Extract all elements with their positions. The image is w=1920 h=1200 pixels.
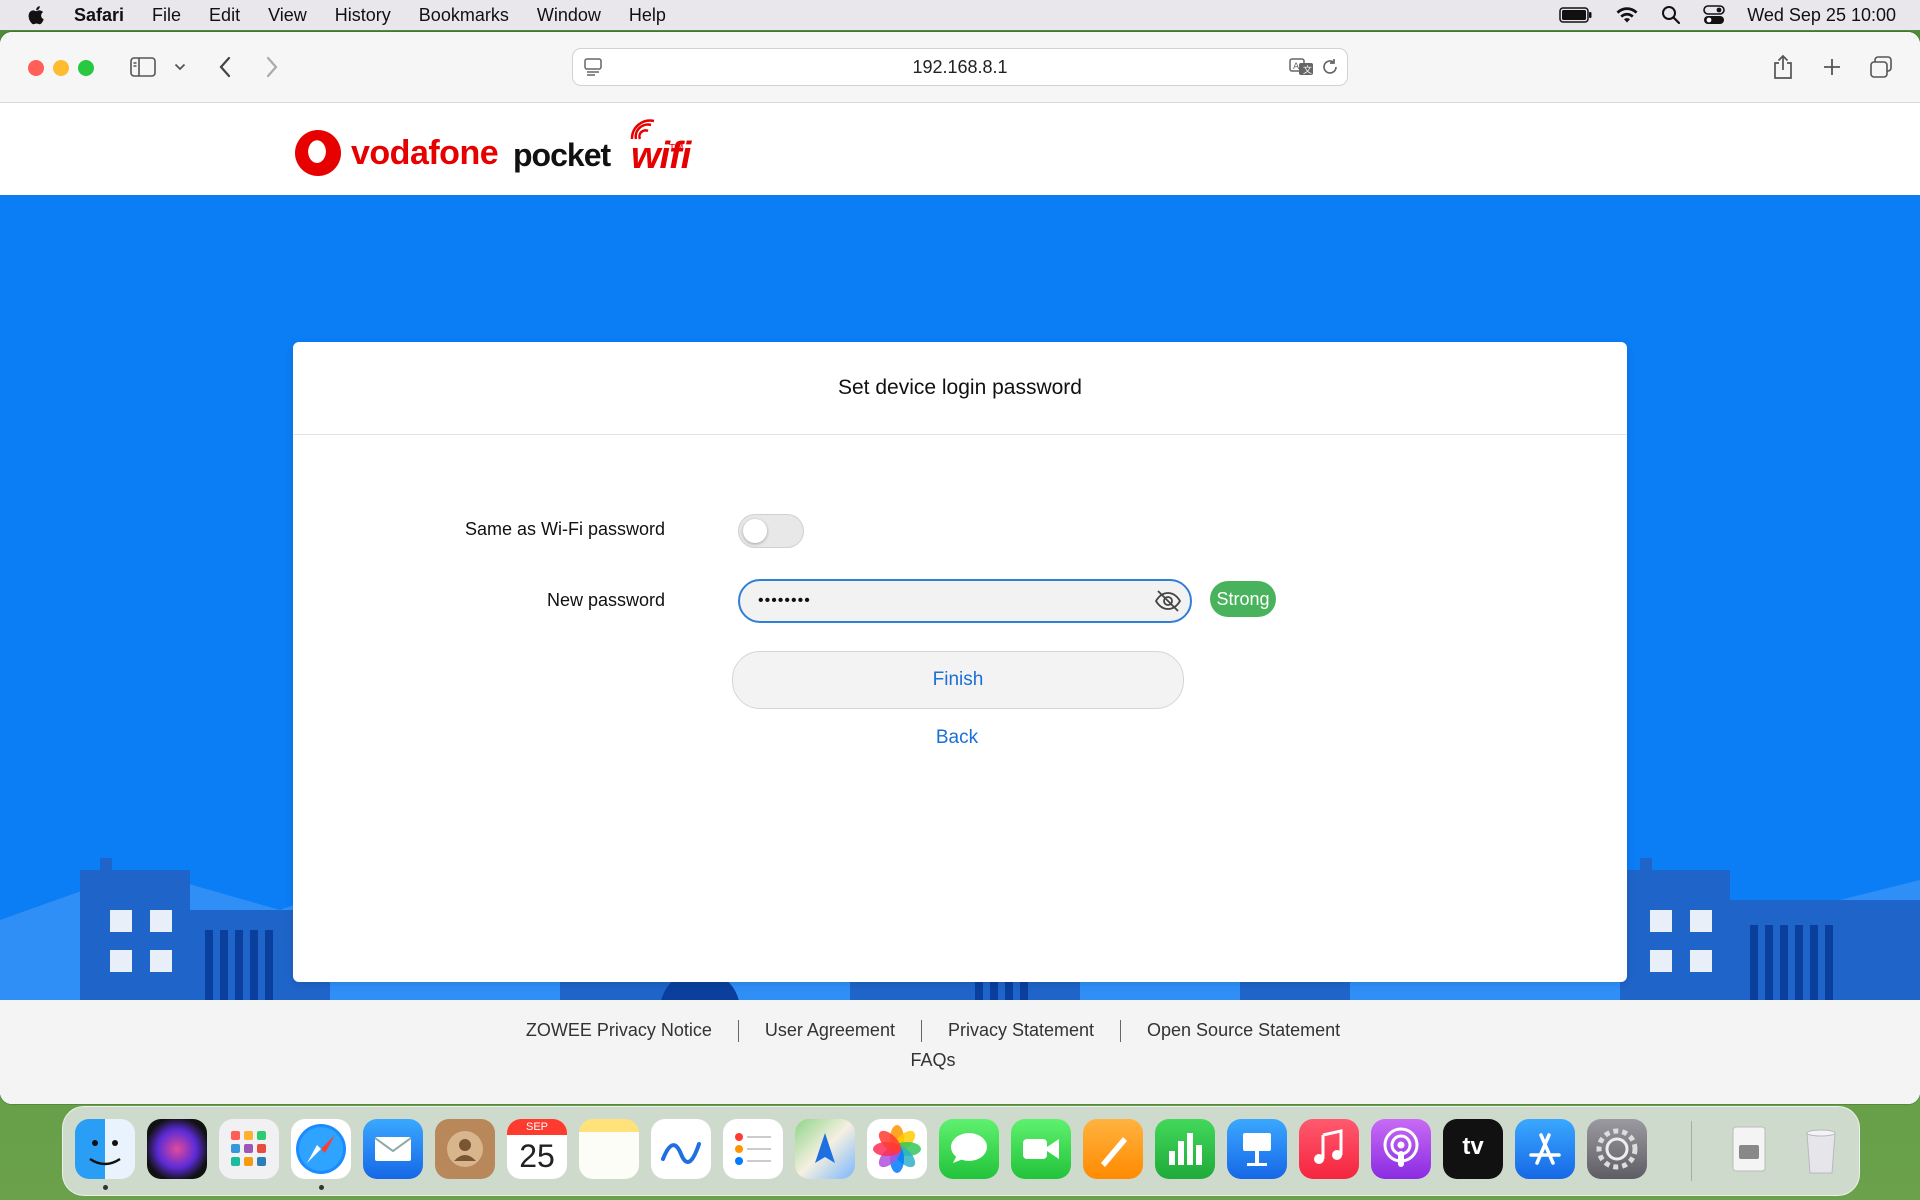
web-content: vodafone pocket wifi TM Set device login… [0,103,1920,1104]
control-center-icon[interactable] [1703,5,1726,25]
apple-tv-icon[interactable]: tv [1443,1119,1503,1179]
close-window-button[interactable] [28,60,44,76]
dock-divider [1691,1121,1692,1181]
browser-toolbar: 192.168.8.1 A文 [0,32,1920,103]
translate-icon[interactable]: A文 [1289,57,1315,77]
siri-icon[interactable] [147,1119,207,1179]
footer-separator [737,1020,739,1043]
apple-tv-label: tv [1462,1133,1484,1160]
password-strength-badge: Strong [1210,581,1276,617]
safari-running-indicator [319,1185,324,1190]
downloads-stack-icon[interactable] [1719,1119,1779,1179]
notes-icon[interactable] [579,1119,639,1179]
finder-running-indicator [103,1185,108,1190]
menu-edit[interactable]: Edit [209,5,240,26]
contacts-icon[interactable] [435,1119,495,1179]
reminders-icon[interactable] [723,1119,783,1179]
wifi-icon[interactable] [1615,6,1639,24]
menu-app-name[interactable]: Safari [74,5,124,26]
menu-bar: Safari File Edit View History Bookmarks … [0,0,1920,30]
sidebar-toggle-icon[interactable] [128,52,158,82]
vodafone-speechmark-icon [295,130,341,176]
vodafone-logo: vodafone [295,130,499,176]
safari-icon[interactable] [291,1119,351,1179]
zoom-window-button[interactable] [78,60,94,76]
svg-text:文: 文 [1303,64,1312,76]
same-as-wifi-toggle[interactable] [738,514,804,548]
signal-waves-icon [630,119,655,140]
share-icon[interactable] [1768,52,1798,82]
menu-window[interactable]: Window [537,5,601,26]
url-text[interactable]: 192.168.8.1 [573,49,1347,85]
menu-bookmarks[interactable]: Bookmarks [419,5,509,26]
maps-icon[interactable] [795,1119,855,1179]
photos-icon[interactable] [867,1119,927,1179]
freeform-icon[interactable] [651,1119,711,1179]
podcasts-icon[interactable] [1371,1119,1431,1179]
address-bar[interactable]: 192.168.8.1 A文 [572,48,1348,86]
minimize-window-button[interactable] [53,60,69,76]
mail-icon[interactable] [363,1119,423,1179]
messages-icon[interactable] [939,1119,999,1179]
footer-link-faqs[interactable]: FAQs [0,1050,1866,1071]
hide-password-eye-icon[interactable] [1154,588,1182,614]
menu-help[interactable]: Help [629,5,666,26]
back-arrow-icon[interactable] [210,52,240,82]
pages-icon[interactable] [1083,1119,1143,1179]
dock: SEP 25 tv [62,1106,1860,1196]
launchpad-icon[interactable] [219,1119,279,1179]
music-icon[interactable] [1299,1119,1359,1179]
pocketwifi-word-pocket: pocket [513,137,611,173]
finish-button[interactable]: Finish [732,651,1184,709]
battery-icon[interactable] [1559,7,1593,23]
footer-separator [1120,1020,1122,1043]
menu-history[interactable]: History [335,5,391,26]
tab-overview-icon[interactable] [1866,52,1896,82]
trash-icon[interactable] [1791,1119,1851,1179]
card-title: Set device login password [293,342,1627,435]
spotlight-search-icon[interactable] [1661,5,1681,25]
footer-link-privacy-notice[interactable]: ZOWEE Privacy Notice [526,1020,712,1040]
new-password-value: •••••••• [758,592,811,609]
calendar-day: 25 [519,1138,555,1174]
footer-separator [920,1020,922,1043]
finder-icon[interactable] [75,1119,135,1179]
reload-icon[interactable] [1321,57,1339,77]
menu-view[interactable]: View [268,5,307,26]
calendar-icon[interactable]: SEP 25 [507,1119,567,1179]
calendar-month: SEP [507,1119,567,1135]
new-tab-plus-icon[interactable] [1817,52,1847,82]
site-footer: ZOWEE Privacy Notice User Agreement Privac… [0,1000,1920,1104]
new-password-label: New password [546,590,665,610]
vodafone-wordmark: vodafone [351,133,499,172]
same-as-wifi-label: Same as Wi-Fi password [464,519,665,539]
site-header: vodafone pocket wifi TM [0,103,1920,195]
setup-card: Set device login password Same as Wi-Fi … [293,342,1627,982]
numbers-icon[interactable] [1155,1119,1215,1179]
footer-link-privacy-statement[interactable]: Privacy Statement [948,1020,1094,1040]
apple-logo-icon[interactable] [26,4,48,26]
chevron-down-icon[interactable] [166,52,194,82]
forward-arrow-icon[interactable] [257,52,287,82]
menu-clock[interactable]: Wed Sep 25 10:00 [1747,5,1896,26]
footer-link-open-source[interactable]: Open Source Statement [1147,1020,1340,1040]
keynote-icon[interactable] [1227,1119,1287,1179]
footer-links: ZOWEE Privacy Notice User Agreement Privac… [0,1020,1866,1043]
new-password-input[interactable]: •••••••• [738,579,1192,623]
footer-link-user-agreement[interactable]: User Agreement [765,1020,895,1040]
safari-window: 192.168.8.1 A文 vodafone pocket wifi TM S… [0,32,1920,1104]
toggle-knob [743,519,767,543]
menu-file[interactable]: File [152,5,181,26]
app-store-icon[interactable] [1515,1119,1575,1179]
svg-text:A: A [1293,62,1300,72]
back-link[interactable]: Back [732,720,1182,756]
system-settings-icon[interactable] [1587,1119,1647,1179]
facetime-icon[interactable] [1011,1119,1071,1179]
trademark-symbol: TM [669,143,684,154]
